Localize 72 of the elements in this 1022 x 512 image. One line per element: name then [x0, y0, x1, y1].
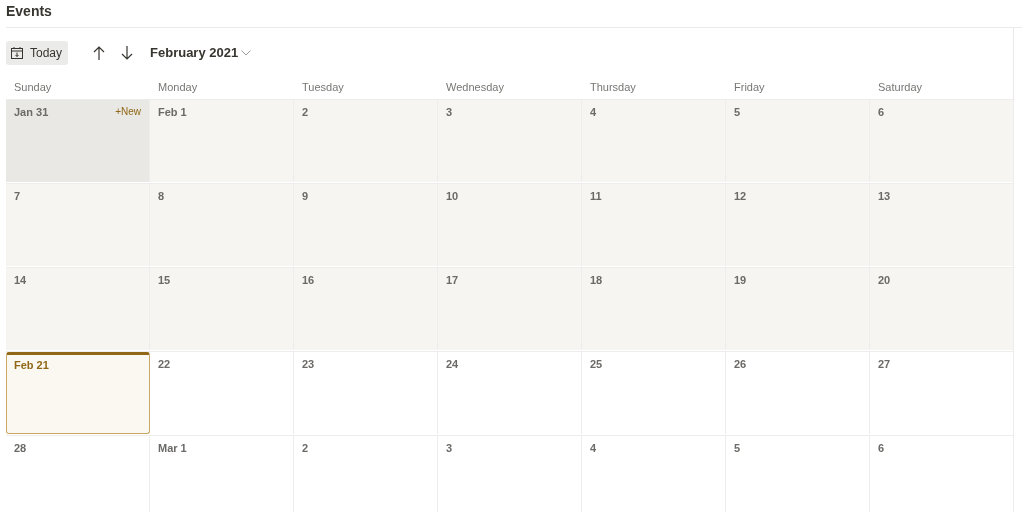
day-number: 14 [14, 274, 27, 286]
new-button[interactable]: +New [115, 106, 141, 117]
day-number: 11 [590, 190, 602, 202]
day-number: 5 [734, 442, 741, 454]
day-cell[interactable]: Feb 1 [150, 100, 294, 182]
day-cell[interactable]: 20 [870, 268, 1014, 350]
day-number: 18 [590, 274, 603, 286]
day-number: 9 [302, 190, 309, 202]
day-number: 28 [14, 442, 27, 454]
day-cell[interactable]: 15 [150, 268, 294, 350]
month-dropdown[interactable]: February 2021 [144, 45, 252, 60]
day-number: 4 [590, 442, 597, 454]
day-number: 2 [302, 106, 309, 118]
day-cell[interactable]: 13 [870, 184, 1014, 266]
weekday-label: Thursday [590, 81, 636, 93]
day-cell[interactable]: 2 [294, 100, 438, 182]
calendar-icon [11, 46, 23, 59]
page-title: Events [5, 2, 53, 21]
day-number: 2 [302, 442, 309, 454]
day-number: 26 [734, 358, 747, 370]
arrow-down-icon [121, 45, 134, 60]
day-cell[interactable]: 4 [582, 100, 726, 182]
weekday-label: Sunday [14, 81, 52, 93]
day-number: 6 [878, 442, 885, 454]
arrow-up-icon [93, 45, 106, 60]
day-cell[interactable]: 5 [726, 100, 870, 182]
weekday-label: Friday [734, 81, 765, 93]
day-number: 23 [302, 358, 315, 370]
day-number: 7 [14, 190, 21, 202]
weekday-label: Saturday [878, 81, 923, 93]
today-button[interactable]: Today [6, 40, 69, 65]
day-cell[interactable]: 19 [726, 268, 870, 350]
day-number: 17 [446, 274, 459, 286]
day-number: 8 [158, 190, 165, 202]
day-number: 3 [446, 442, 453, 454]
day-number: 6 [878, 106, 885, 118]
day-cell[interactable]: 11 [582, 184, 726, 266]
weekday-label: Wednesday [446, 81, 504, 93]
day-number: Feb 21 [14, 359, 49, 371]
day-number: 5 [734, 106, 741, 118]
day-number: 20 [878, 274, 891, 286]
day-cell[interactable]: 3 [438, 100, 582, 182]
day-number: Feb 1 [158, 106, 187, 118]
day-number: 13 [878, 190, 891, 202]
day-number: 3 [446, 106, 453, 118]
day-cell[interactable]: Feb 21 [6, 352, 150, 434]
day-cell[interactable]: Jan 31 +New [6, 100, 150, 182]
day-number: Jan 31 [14, 106, 49, 118]
weekday-label: Tuesday [302, 81, 344, 93]
day-cell[interactable]: 10 [438, 184, 582, 266]
chevron-down-icon [241, 49, 252, 56]
day-number: 24 [446, 358, 459, 370]
day-number: 15 [158, 274, 171, 286]
day-cell[interactable]: 9 [294, 184, 438, 266]
day-number: 25 [590, 358, 603, 370]
day-cell[interactable]: 16 [294, 268, 438, 350]
day-cell[interactable]: 17 [438, 268, 582, 350]
day-cell[interactable]: 14 [6, 268, 150, 350]
day-number: 16 [302, 274, 315, 286]
weekday-label: Monday [158, 81, 198, 93]
day-number: 22 [158, 358, 171, 370]
day-number: 27 [878, 358, 891, 370]
day-number: 19 [734, 274, 747, 286]
day-cell[interactable]: 8 [150, 184, 294, 266]
day-cell[interactable]: 7 [6, 184, 150, 266]
day-number: 12 [734, 190, 747, 202]
day-number: Mar 1 [158, 442, 187, 454]
day-number: 4 [590, 106, 597, 118]
day-cell[interactable]: 6 [870, 100, 1014, 182]
day-cell[interactable]: 18 [582, 268, 726, 350]
day-number: 10 [446, 190, 459, 202]
day-cell[interactable]: 12 [726, 184, 870, 266]
